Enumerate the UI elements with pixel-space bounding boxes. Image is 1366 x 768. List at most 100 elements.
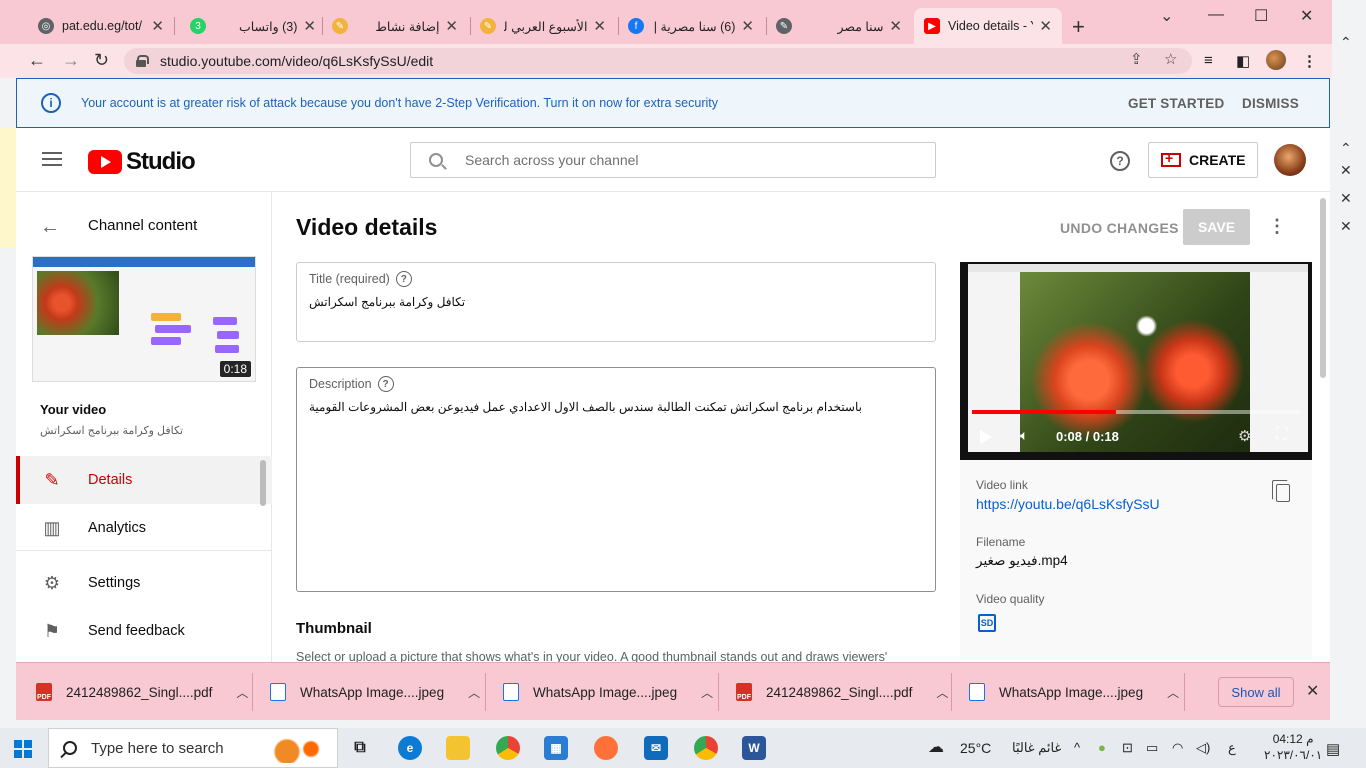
channel-content-link[interactable]: Channel content	[88, 217, 197, 234]
download-item[interactable]: WhatsApp Image....jpeg ︿	[503, 679, 713, 705]
download-item[interactable]: WhatsApp Image....jpeg ︿	[270, 679, 480, 705]
download-item[interactable]: PDF 2412489862_Singl....pdf ︿	[36, 679, 248, 705]
create-button[interactable]: CREATE	[1148, 142, 1258, 178]
chevron-up-icon[interactable]: ︿	[936, 684, 948, 701]
description-value[interactable]: باستخدام برنامج اسكراتش تمكنت الطالبة سن…	[309, 400, 862, 414]
tray-app-icon[interactable]: ●	[1098, 740, 1106, 755]
progress-bar[interactable]	[972, 410, 1300, 414]
system-clock[interactable]: 04:12 م ٢٠٢٣/٠٦/٠١	[1264, 731, 1322, 763]
close-icon[interactable]: ✕	[593, 17, 606, 35]
address-bar[interactable]: studio.youtube.com/video/q6LsKsfySsU/edi…	[124, 48, 1192, 74]
search-input[interactable]: Search across your channel	[410, 142, 936, 178]
video-link[interactable]: https://youtu.be/q6LsKsfySsU	[976, 496, 1160, 512]
close-icon[interactable]: ✕	[741, 17, 754, 35]
chevron-up-icon[interactable]: ︿	[468, 684, 480, 701]
minimize-button[interactable]: —	[1208, 6, 1224, 24]
title-value[interactable]: تكافل وكرامة ببرنامج اسكراتش	[309, 295, 465, 309]
mail-icon[interactable]: ✉	[644, 736, 668, 760]
edge-browser-icon[interactable]: e	[398, 736, 422, 760]
star-icon[interactable]: ☆	[1164, 50, 1177, 68]
notification-icon[interactable]: ▤	[1326, 740, 1340, 758]
file-explorer-icon[interactable]	[446, 736, 470, 760]
sidebar-item-details[interactable]: ✎ Details	[16, 456, 272, 504]
volume-icon[interactable]: 🔈︎	[1020, 427, 1028, 444]
close-icon[interactable]: ✕	[445, 17, 458, 35]
close-icon[interactable]: ✕	[1306, 681, 1319, 701]
chrome-icon[interactable]	[694, 736, 718, 760]
close-window-button[interactable]: ✕	[1300, 6, 1313, 26]
gear-icon[interactable]: ⚙	[1238, 427, 1251, 445]
share-icon[interactable]: ⇪	[1130, 50, 1143, 68]
browser-tab[interactable]: f (6) سنا مصرية | ✕	[618, 8, 764, 44]
chevron-up-icon[interactable]: ︿	[1167, 684, 1179, 701]
sidebar-item-analytics[interactable]: ▥ Analytics	[16, 504, 272, 552]
close-icon[interactable]: ✕	[151, 17, 164, 35]
chrome-icon[interactable]	[496, 736, 520, 760]
browser-tab[interactable]: ◎ pat.edu.eg/tot/ ✕	[28, 8, 174, 44]
side-panel-icon[interactable]: ◧	[1236, 52, 1250, 70]
word-icon[interactable]: W	[742, 736, 766, 760]
fullscreen-icon[interactable]: ⛶	[1276, 426, 1287, 444]
weather-temp[interactable]: 25°C	[960, 740, 991, 756]
reload-icon[interactable]: ↻	[94, 50, 109, 71]
browser-tab[interactable]: ✎ إضافة نشاط ✕	[322, 8, 468, 44]
avatar[interactable]	[1274, 144, 1306, 176]
chevron-up-icon[interactable]: ^	[1074, 740, 1080, 755]
more-options-icon[interactable]: ⋮	[1268, 216, 1286, 237]
menu-kebab-icon[interactable]: ⋮	[1302, 52, 1317, 70]
description-field[interactable]: Description ? باستخدام برنامج اسكراتش تم…	[296, 367, 936, 592]
dismiss-button[interactable]: DISMISS	[1242, 96, 1299, 111]
download-item[interactable]: PDF 2412489862_Singl....pdf ︿	[736, 679, 948, 705]
get-started-button[interactable]: GET STARTED	[1128, 96, 1224, 111]
new-tab-button[interactable]: +	[1072, 14, 1085, 40]
close-icon[interactable]: ✕	[303, 17, 316, 35]
browser-tab[interactable]: ✎ الأسبوع العربي لـ ✕	[470, 8, 616, 44]
download-item[interactable]: WhatsApp Image....jpeg ︿	[969, 679, 1179, 705]
sidebar-item-feedback[interactable]: ⚑ Send feedback	[16, 607, 272, 655]
close-icon[interactable]: ✕	[1340, 218, 1352, 235]
close-icon[interactable]: ✕	[1340, 162, 1352, 179]
speaker-icon[interactable]: ◁)	[1196, 740, 1210, 756]
address-url[interactable]: studio.youtube.com/video/q6LsKsfySsU/edi…	[160, 53, 433, 69]
chevron-up-icon[interactable]: ︿	[236, 684, 248, 701]
maximize-button[interactable]: ☐	[1254, 6, 1268, 26]
weather-description[interactable]: غائم غالبًا	[1012, 740, 1061, 756]
video-thumbnail[interactable]: 0:18	[32, 256, 256, 382]
sidebar-scrollbar[interactable]	[260, 460, 266, 506]
browser-tab[interactable]: ✎ سنا مصر ✕	[766, 8, 912, 44]
hamburger-menu-icon[interactable]	[42, 152, 62, 166]
sidebar-item-settings[interactable]: ⚙ Settings	[16, 559, 272, 607]
forward-arrow-icon[interactable]: →	[62, 50, 80, 71]
chevron-up-icon[interactable]: ︿	[701, 684, 713, 701]
tray-app-icon[interactable]: ⊡	[1122, 740, 1133, 756]
firefox-icon[interactable]	[594, 736, 618, 760]
task-view-icon[interactable]: ⧉	[348, 736, 372, 760]
help-icon[interactable]: ?	[395, 271, 412, 287]
wifi-icon[interactable]: ◠	[1172, 740, 1183, 756]
store-icon[interactable]: ▦	[544, 736, 568, 760]
browser-tab-active[interactable]: ▶ Video details - Y ✕	[914, 8, 1062, 44]
video-player[interactable]: 🔈︎ 0:08 / 0:18 ⚙ ⛶	[960, 262, 1312, 460]
input-language[interactable]: ع	[1228, 740, 1236, 756]
taskbar-search-input[interactable]: Type here to search	[48, 728, 338, 768]
title-field[interactable]: Title (required) ? تكافل وكرامة ببرنامج …	[296, 262, 936, 342]
profile-avatar[interactable]	[1266, 50, 1286, 70]
weather-icon[interactable]: ☁	[928, 737, 944, 757]
windows-start-icon[interactable]	[14, 740, 32, 758]
show-all-button[interactable]: Show all	[1218, 677, 1294, 707]
browser-tab[interactable]: 3 (3) واتساب ✕	[180, 8, 326, 44]
chevron-down-icon[interactable]: ⌄	[1160, 6, 1173, 26]
help-icon[interactable]: ?	[1110, 151, 1130, 171]
undo-changes-button[interactable]: UNDO CHANGES	[1060, 220, 1179, 236]
back-arrow-icon[interactable]: ←	[40, 216, 60, 239]
media-control-icon[interactable]: ≡	[1204, 52, 1213, 69]
studio-logo[interactable]: Studio	[88, 148, 196, 176]
battery-icon[interactable]: ▭	[1146, 740, 1158, 756]
help-icon[interactable]: ?	[377, 376, 394, 392]
close-icon[interactable]: ✕	[889, 17, 902, 35]
copy-icon[interactable]	[1272, 480, 1290, 502]
back-arrow-icon[interactable]: ←	[28, 50, 46, 71]
main-scrollbar[interactable]	[1320, 198, 1326, 378]
close-icon[interactable]: ✕	[1340, 190, 1352, 207]
play-icon[interactable]	[980, 430, 992, 444]
